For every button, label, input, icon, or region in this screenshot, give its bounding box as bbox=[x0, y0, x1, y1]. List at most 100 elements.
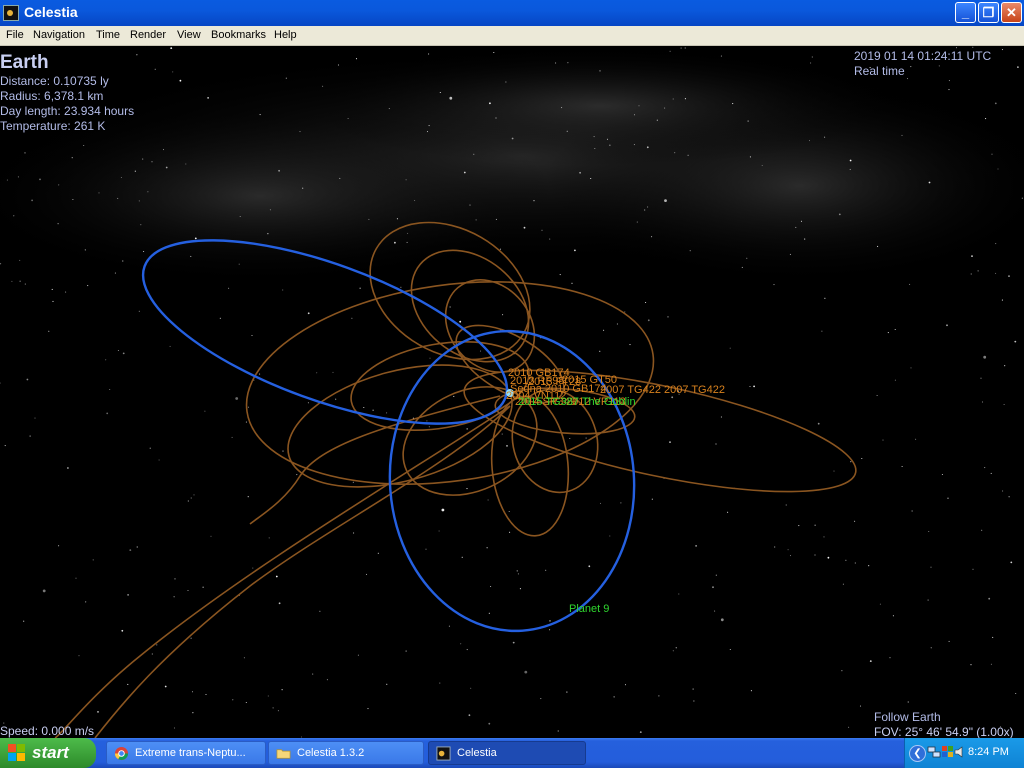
star bbox=[134, 170, 136, 172]
star bbox=[19, 259, 21, 261]
star bbox=[674, 152, 676, 154]
star bbox=[894, 328, 896, 331]
star bbox=[453, 395, 455, 397]
star bbox=[927, 599, 929, 601]
star bbox=[746, 257, 748, 259]
planet-9-label[interactable]: Planet 9 bbox=[569, 603, 609, 615]
star bbox=[13, 215, 15, 217]
star bbox=[363, 406, 365, 409]
star bbox=[671, 396, 674, 399]
star bbox=[508, 510, 510, 513]
star bbox=[616, 323, 618, 325]
task-label: Celestia 1.3.2 bbox=[297, 747, 365, 759]
object-day-length: Day length: 23.934 hours bbox=[0, 104, 135, 118]
star bbox=[87, 285, 89, 287]
star bbox=[326, 679, 328, 681]
network-icon[interactable] bbox=[927, 745, 941, 759]
menu-bookmarks[interactable]: Bookmarks bbox=[211, 29, 266, 41]
volume-icon[interactable] bbox=[953, 745, 967, 759]
system-tray: ❮ 8:24 PM bbox=[904, 738, 1024, 768]
maximize-button[interactable]: ❐ bbox=[978, 2, 999, 23]
star bbox=[789, 555, 792, 557]
show-hidden-icons-button[interactable]: ❮ bbox=[909, 745, 926, 762]
follow-status: Follow Earth bbox=[874, 710, 941, 724]
title-bar[interactable]: Celestia _ ❐ ✕ bbox=[0, 0, 1024, 26]
star bbox=[599, 502, 602, 504]
star bbox=[335, 398, 337, 400]
start-button[interactable]: start bbox=[0, 738, 96, 768]
system-clock[interactable]: 8:24 PM bbox=[968, 746, 1009, 758]
star bbox=[907, 701, 909, 703]
star bbox=[179, 79, 182, 82]
star bbox=[322, 85, 324, 87]
star bbox=[493, 51, 495, 54]
menu-help[interactable]: Help bbox=[274, 29, 297, 41]
star bbox=[365, 573, 368, 575]
star bbox=[238, 263, 240, 265]
star bbox=[651, 498, 653, 500]
menu-navigation[interactable]: Navigation bbox=[33, 29, 85, 41]
space-viewport[interactable]: Earth Distance: 0.10735 ly Radius: 6,378… bbox=[0, 46, 1024, 738]
star bbox=[372, 409, 374, 411]
star bbox=[232, 699, 234, 701]
star bbox=[97, 711, 99, 713]
star bbox=[693, 700, 695, 702]
star bbox=[319, 610, 321, 612]
star bbox=[715, 574, 717, 576]
orbit-label[interactable]: 2015 TG387 The Goblin bbox=[518, 396, 636, 408]
star bbox=[495, 117, 497, 119]
star bbox=[138, 200, 140, 202]
star bbox=[1021, 197, 1023, 199]
star bbox=[26, 378, 29, 381]
taskbar-item-folder[interactable]: Celestia 1.3.2 bbox=[268, 741, 424, 765]
star bbox=[901, 465, 903, 468]
menu-render[interactable]: Render bbox=[130, 29, 166, 41]
star bbox=[151, 653, 153, 655]
celestia-icon bbox=[436, 746, 451, 761]
taskbar-item-celestia[interactable]: Celestia bbox=[428, 741, 586, 765]
star bbox=[475, 219, 477, 221]
star bbox=[172, 71, 174, 73]
star bbox=[948, 640, 950, 642]
star bbox=[347, 117, 349, 120]
star bbox=[39, 178, 41, 181]
celestia-app-icon[interactable] bbox=[3, 5, 19, 21]
star bbox=[695, 545, 697, 547]
star bbox=[426, 131, 429, 133]
star bbox=[505, 81, 507, 83]
star bbox=[187, 589, 189, 592]
menu-time[interactable]: Time bbox=[96, 29, 120, 41]
star bbox=[684, 47, 686, 49]
menu-view[interactable]: View bbox=[177, 29, 201, 41]
minimize-button[interactable]: _ bbox=[955, 2, 976, 23]
star bbox=[239, 215, 241, 218]
star bbox=[798, 525, 800, 527]
star bbox=[647, 319, 650, 322]
star bbox=[438, 530, 440, 532]
taskbar-item-browser[interactable]: Extreme trans-Neptu... bbox=[106, 741, 266, 765]
star bbox=[449, 306, 451, 308]
star bbox=[948, 80, 950, 82]
star bbox=[67, 467, 69, 469]
star bbox=[441, 508, 445, 512]
taskbar: start Extreme trans-Neptu... Celestia 1.… bbox=[0, 738, 1024, 768]
star bbox=[459, 320, 462, 323]
star bbox=[149, 447, 151, 449]
star bbox=[588, 565, 591, 568]
star bbox=[636, 221, 638, 223]
star bbox=[915, 438, 917, 440]
star bbox=[23, 620, 25, 622]
star bbox=[817, 422, 820, 425]
star bbox=[1001, 299, 1003, 301]
close-button[interactable]: ✕ bbox=[1001, 2, 1022, 23]
star bbox=[787, 549, 789, 551]
star bbox=[353, 532, 355, 534]
star bbox=[0, 382, 1, 384]
star bbox=[971, 255, 973, 257]
orbit-label[interactable]: 2007 TG422 2007 TG422 bbox=[600, 384, 725, 396]
selected-object-name: Earth bbox=[0, 52, 49, 73]
star bbox=[243, 657, 245, 659]
star bbox=[204, 410, 206, 412]
star bbox=[140, 224, 142, 226]
menu-file[interactable]: File bbox=[6, 29, 24, 41]
